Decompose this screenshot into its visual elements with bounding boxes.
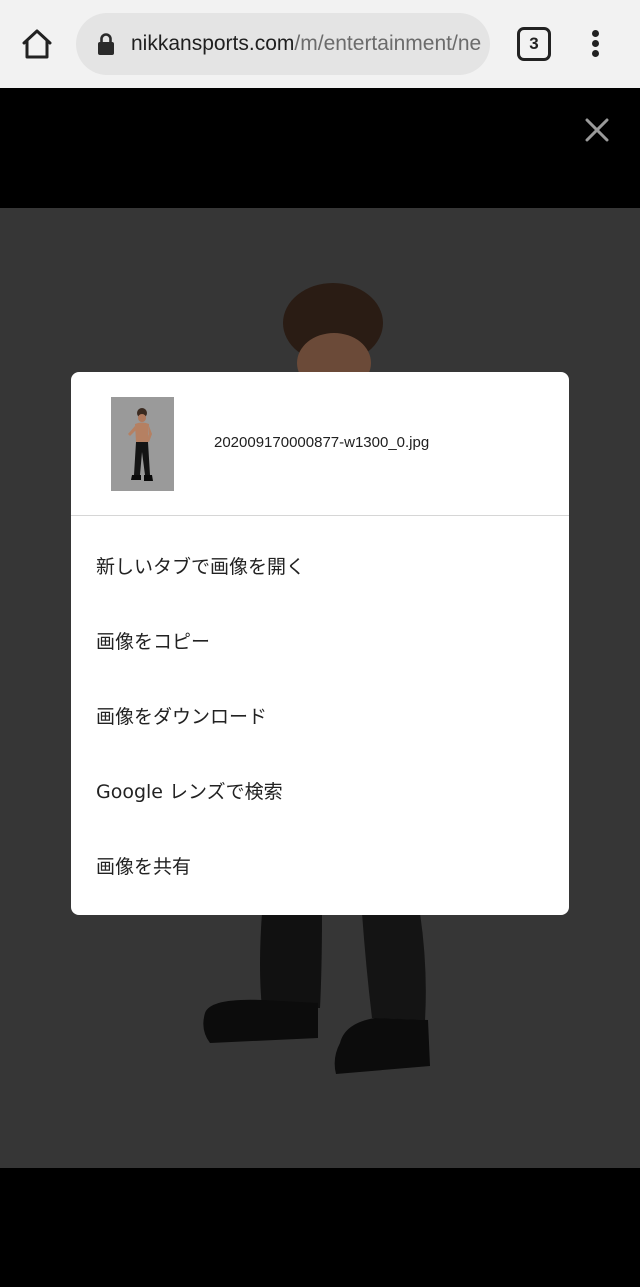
url-host: nikkansports.com [131, 32, 295, 55]
lock-icon [96, 32, 116, 56]
open-in-new-tab-item[interactable]: 新しいタブで画像を開く [71, 530, 569, 605]
copy-image-item[interactable]: 画像をコピー [71, 605, 569, 680]
tab-switcher-button[interactable]: 3 [517, 27, 551, 61]
viewer-top-bar [0, 88, 640, 208]
tab-count: 3 [529, 34, 539, 53]
viewer-bottom-bar [0, 1168, 640, 1287]
context-menu-header: 202009170000877-w1300_0.jpg [71, 372, 569, 516]
home-icon[interactable] [17, 24, 57, 64]
address-bar[interactable]: nikkansports.com/m/entertainment/ne [76, 13, 490, 75]
close-icon[interactable] [582, 115, 612, 145]
more-vert-icon[interactable] [585, 28, 607, 60]
url-path: /m/entertainment/ne [294, 32, 481, 55]
context-menu-list: 新しいタブで画像を開く 画像をコピー 画像をダウンロード Google レンズで… [71, 530, 569, 905]
image-thumbnail [111, 397, 174, 491]
search-with-google-lens-item[interactable]: Google レンズで検索 [71, 755, 569, 830]
url-text[interactable]: nikkansports.com/m/entertainment/ne [131, 31, 481, 57]
browser-toolbar: nikkansports.com/m/entertainment/ne 3 [0, 0, 640, 88]
image-context-menu: 202009170000877-w1300_0.jpg 新しいタブで画像を開く … [71, 372, 569, 915]
share-image-item[interactable]: 画像を共有 [71, 830, 569, 905]
image-filename: 202009170000877-w1300_0.jpg [214, 434, 430, 451]
download-image-item[interactable]: 画像をダウンロード [71, 680, 569, 755]
